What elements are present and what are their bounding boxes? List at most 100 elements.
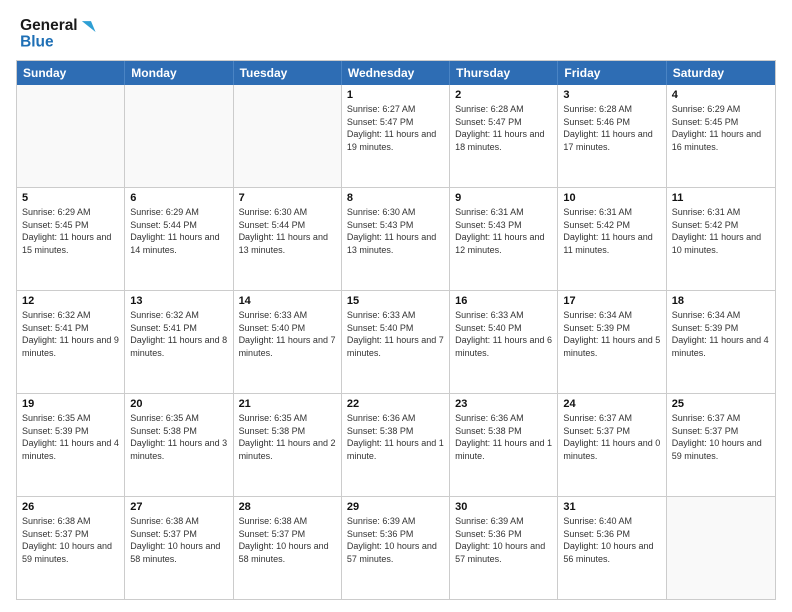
day-number: 19 xyxy=(22,398,119,410)
day-info: Sunrise: 6:35 AMSunset: 5:38 PMDaylight:… xyxy=(239,412,336,462)
day-cell-11: 11 Sunrise: 6:31 AMSunset: 5:42 PMDayligh… xyxy=(667,188,775,290)
day-cell-27: 27 Sunrise: 6:38 AMSunset: 5:37 PMDayligh… xyxy=(125,497,233,599)
day-cell-16: 16Sunrise: 6:33 AMSunset: 5:40 PMDayligh… xyxy=(450,291,558,393)
day-number: 16 xyxy=(455,295,552,307)
day-cell-13: 13Sunrise: 6:32 AMSunset: 5:41 PMDayligh… xyxy=(125,291,233,393)
day-cell-7: 7 Sunrise: 6:30 AMSunset: 5:44 PMDaylight… xyxy=(234,188,342,290)
svg-text:Blue: Blue xyxy=(20,34,54,51)
day-number: 8 xyxy=(347,192,444,204)
day-cell-14: 14 Sunrise: 6:33 AMSunset: 5:40 PMDayligh… xyxy=(234,291,342,393)
day-cell-24: 24Sunrise: 6:37 AMSunset: 5:37 PMDayligh… xyxy=(558,394,666,496)
day-number: 26 xyxy=(22,501,119,513)
day-cell-8: 8 Sunrise: 6:30 AMSunset: 5:43 PMDaylight… xyxy=(342,188,450,290)
day-info: Sunrise: 6:31 AMSunset: 5:43 PMDaylight:… xyxy=(455,206,552,256)
day-info: Sunrise: 6:39 AMSunset: 5:36 PMDaylight:… xyxy=(455,515,552,565)
logo: General Blue xyxy=(16,12,106,52)
day-info: Sunrise: 6:36 AMSunset: 5:38 PMDaylight:… xyxy=(347,412,444,462)
day-number: 17 xyxy=(563,295,660,307)
day-number: 20 xyxy=(130,398,227,410)
logo-svg: General Blue xyxy=(16,12,106,52)
day-info: Sunrise: 6:35 AMSunset: 5:38 PMDaylight:… xyxy=(130,412,227,462)
day-number: 15 xyxy=(347,295,444,307)
day-number: 10 xyxy=(563,192,660,204)
day-number: 27 xyxy=(130,501,227,513)
day-info: Sunrise: 6:30 AMSunset: 5:44 PMDaylight:… xyxy=(239,206,336,256)
day-cell-18: 18Sunrise: 6:34 AMSunset: 5:39 PMDayligh… xyxy=(667,291,775,393)
day-cell-26: 26Sunrise: 6:38 AMSunset: 5:37 PMDayligh… xyxy=(17,497,125,599)
day-number: 1 xyxy=(347,89,444,101)
day-number: 21 xyxy=(239,398,336,410)
day-info: Sunrise: 6:40 AMSunset: 5:36 PMDaylight:… xyxy=(563,515,660,565)
day-info: Sunrise: 6:30 AMSunset: 5:43 PMDaylight:… xyxy=(347,206,444,256)
day-number: 29 xyxy=(347,501,444,513)
calendar-row-1: 1 Sunrise: 6:27 AMSunset: 5:47 PMDaylight… xyxy=(17,85,775,187)
day-number: 2 xyxy=(455,89,552,101)
calendar-row-2: 5 Sunrise: 6:29 AMSunset: 5:45 PMDaylight… xyxy=(17,187,775,290)
day-info: Sunrise: 6:29 AMSunset: 5:44 PMDaylight:… xyxy=(130,206,227,256)
day-info: Sunrise: 6:35 AMSunset: 5:39 PMDaylight:… xyxy=(22,412,119,462)
day-cell-1: 1 Sunrise: 6:27 AMSunset: 5:47 PMDaylight… xyxy=(342,85,450,187)
day-number: 14 xyxy=(239,295,336,307)
day-number: 18 xyxy=(672,295,770,307)
day-cell-15: 15 Sunrise: 6:33 AMSunset: 5:40 PMDayligh… xyxy=(342,291,450,393)
day-number: 11 xyxy=(672,192,770,204)
day-info: Sunrise: 6:38 AMSunset: 5:37 PMDaylight:… xyxy=(130,515,227,565)
day-info: Sunrise: 6:32 AMSunset: 5:41 PMDaylight:… xyxy=(22,309,119,359)
day-info: Sunrise: 6:33 AMSunset: 5:40 PMDaylight:… xyxy=(239,309,336,359)
day-number: 28 xyxy=(239,501,336,513)
day-cell-19: 19 Sunrise: 6:35 AMSunset: 5:39 PMDayligh… xyxy=(17,394,125,496)
day-info: Sunrise: 6:36 AMSunset: 5:38 PMDaylight:… xyxy=(455,412,552,462)
day-cell-31: 31 Sunrise: 6:40 AMSunset: 5:36 PMDayligh… xyxy=(558,497,666,599)
header-day-wednesday: Wednesday xyxy=(342,61,450,85)
day-number: 25 xyxy=(672,398,770,410)
empty-cell xyxy=(125,85,233,187)
day-info: Sunrise: 6:38 AMSunset: 5:37 PMDaylight:… xyxy=(239,515,336,565)
day-cell-6: 6Sunrise: 6:29 AMSunset: 5:44 PMDaylight… xyxy=(125,188,233,290)
day-number: 7 xyxy=(239,192,336,204)
day-cell-17: 17 Sunrise: 6:34 AMSunset: 5:39 PMDayligh… xyxy=(558,291,666,393)
header-day-thursday: Thursday xyxy=(450,61,558,85)
day-info: Sunrise: 6:34 AMSunset: 5:39 PMDaylight:… xyxy=(563,309,660,359)
calendar-row-3: 12 Sunrise: 6:32 AMSunset: 5:41 PMDayligh… xyxy=(17,290,775,393)
day-number: 30 xyxy=(455,501,552,513)
day-cell-29: 29Sunrise: 6:39 AMSunset: 5:36 PMDayligh… xyxy=(342,497,450,599)
calendar-body: 1 Sunrise: 6:27 AMSunset: 5:47 PMDaylight… xyxy=(17,85,775,599)
day-cell-3: 3 Sunrise: 6:28 AMSunset: 5:46 PMDaylight… xyxy=(558,85,666,187)
day-cell-23: 23 Sunrise: 6:36 AMSunset: 5:38 PMDayligh… xyxy=(450,394,558,496)
day-number: 24 xyxy=(563,398,660,410)
empty-cell xyxy=(17,85,125,187)
day-cell-21: 21 Sunrise: 6:35 AMSunset: 5:38 PMDayligh… xyxy=(234,394,342,496)
day-cell-5: 5 Sunrise: 6:29 AMSunset: 5:45 PMDaylight… xyxy=(17,188,125,290)
calendar-header: SundayMondayTuesdayWednesdayThursdayFrid… xyxy=(17,61,775,85)
day-cell-30: 30 Sunrise: 6:39 AMSunset: 5:36 PMDayligh… xyxy=(450,497,558,599)
day-number: 22 xyxy=(347,398,444,410)
day-info: Sunrise: 6:37 AMSunset: 5:37 PMDaylight:… xyxy=(672,412,770,462)
day-info: Sunrise: 6:27 AMSunset: 5:47 PMDaylight:… xyxy=(347,103,444,153)
day-cell-12: 12 Sunrise: 6:32 AMSunset: 5:41 PMDayligh… xyxy=(17,291,125,393)
day-number: 31 xyxy=(563,501,660,513)
day-info: Sunrise: 6:31 AMSunset: 5:42 PMDaylight:… xyxy=(672,206,770,256)
day-info: Sunrise: 6:28 AMSunset: 5:47 PMDaylight:… xyxy=(455,103,552,153)
header-day-tuesday: Tuesday xyxy=(234,61,342,85)
day-info: Sunrise: 6:28 AMSunset: 5:46 PMDaylight:… xyxy=(563,103,660,153)
header-day-monday: Monday xyxy=(125,61,233,85)
day-cell-28: 28 Sunrise: 6:38 AMSunset: 5:37 PMDayligh… xyxy=(234,497,342,599)
day-info: Sunrise: 6:31 AMSunset: 5:42 PMDaylight:… xyxy=(563,206,660,256)
calendar-row-4: 19 Sunrise: 6:35 AMSunset: 5:39 PMDayligh… xyxy=(17,393,775,496)
day-number: 12 xyxy=(22,295,119,307)
day-number: 5 xyxy=(22,192,119,204)
page: General Blue SundayMondayTuesdayWednesda… xyxy=(0,0,792,612)
day-cell-25: 25 Sunrise: 6:37 AMSunset: 5:37 PMDayligh… xyxy=(667,394,775,496)
day-info: Sunrise: 6:29 AMSunset: 5:45 PMDaylight:… xyxy=(22,206,119,256)
day-info: Sunrise: 6:29 AMSunset: 5:45 PMDaylight:… xyxy=(672,103,770,153)
day-number: 13 xyxy=(130,295,227,307)
svg-text:General: General xyxy=(20,17,78,34)
day-info: Sunrise: 6:33 AMSunset: 5:40 PMDaylight:… xyxy=(347,309,444,359)
day-number: 23 xyxy=(455,398,552,410)
day-number: 3 xyxy=(563,89,660,101)
day-cell-2: 2 Sunrise: 6:28 AMSunset: 5:47 PMDaylight… xyxy=(450,85,558,187)
day-cell-20: 20 Sunrise: 6:35 AMSunset: 5:38 PMDayligh… xyxy=(125,394,233,496)
calendar-row-5: 26 Sunrise: 6:38 AMSunset: 5:37 PMDayligh… xyxy=(17,496,775,599)
day-cell-4: 4Sunrise: 6:29 AMSunset: 5:45 PMDaylight… xyxy=(667,85,775,187)
header-day-saturday: Saturday xyxy=(667,61,775,85)
